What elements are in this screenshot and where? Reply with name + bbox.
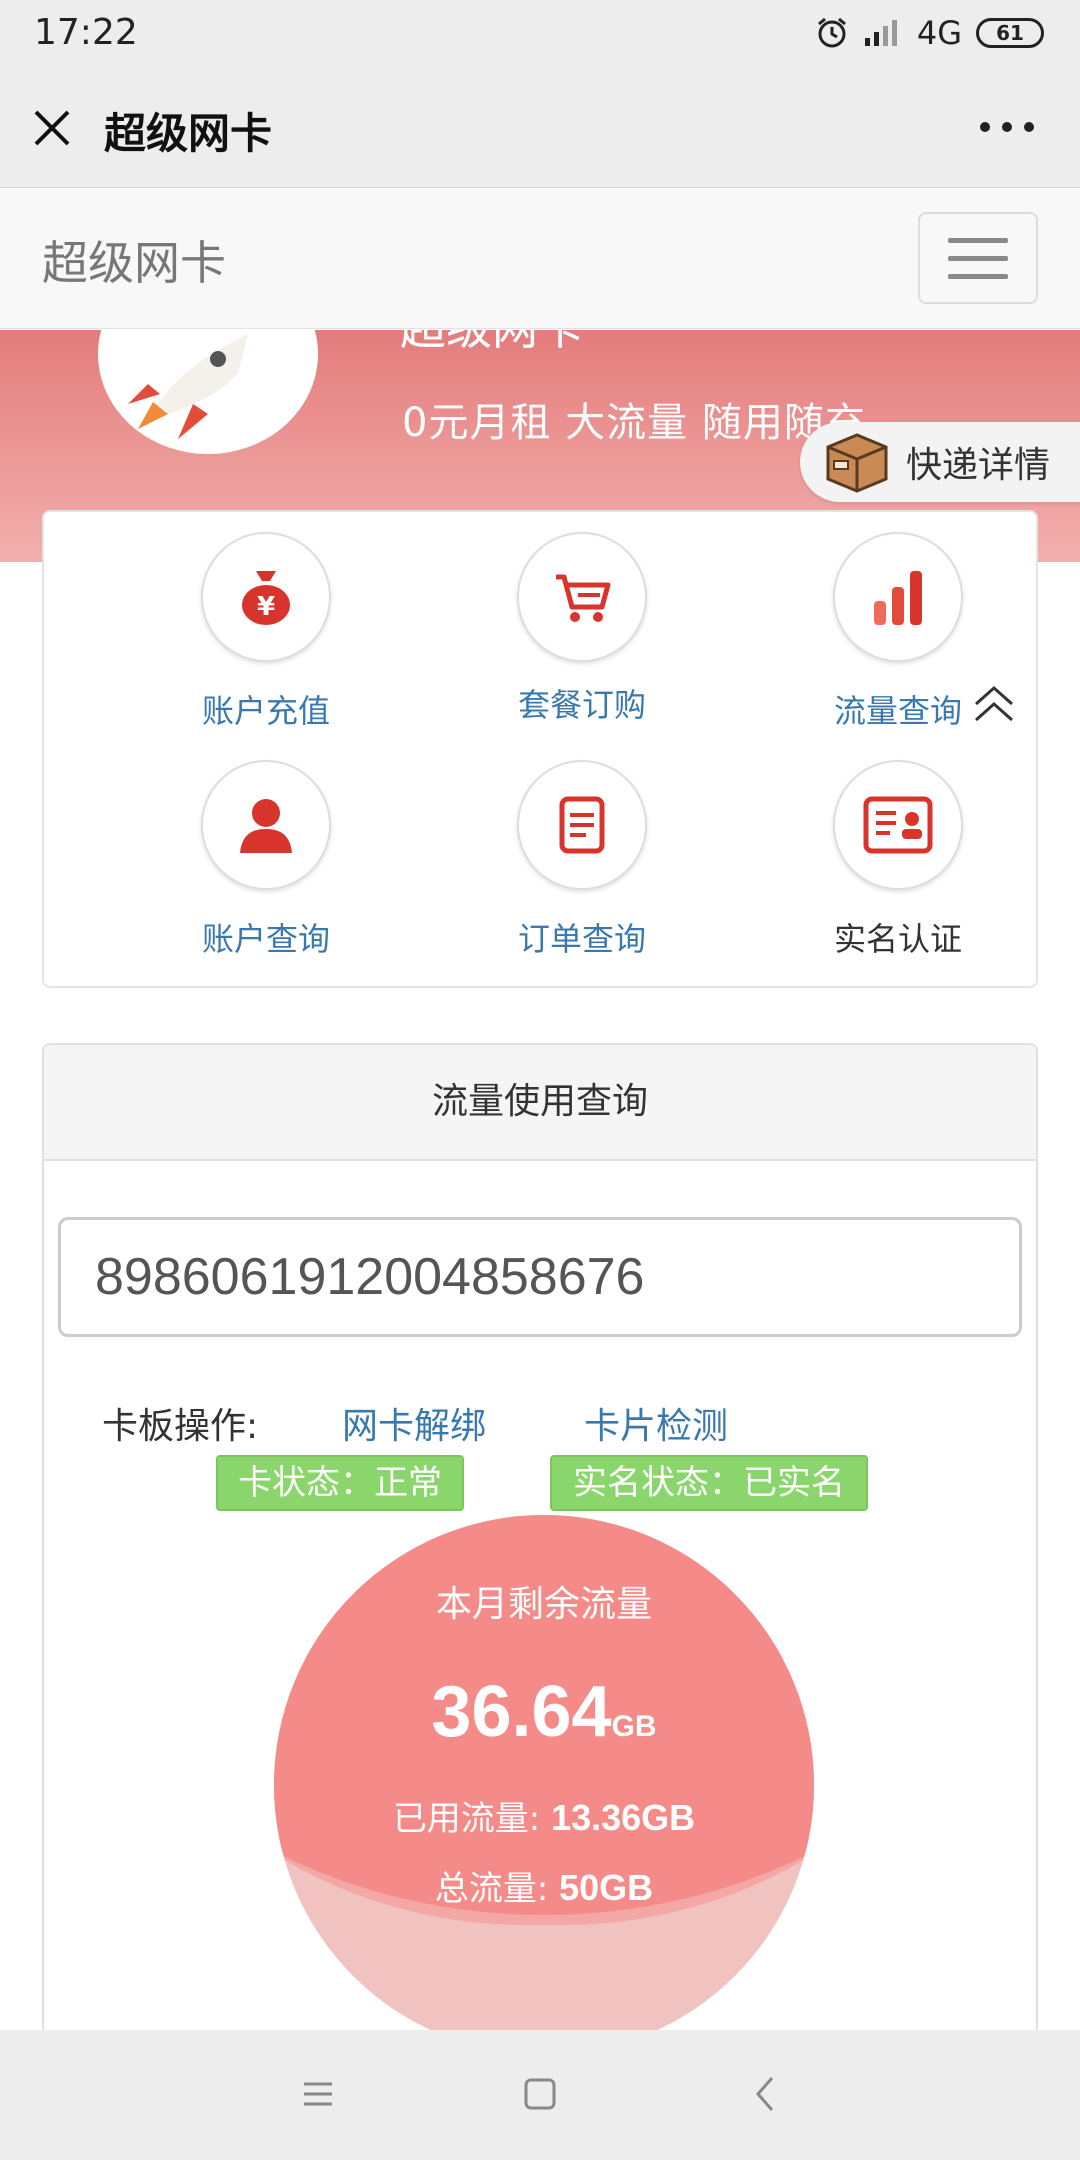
status-icons: 4G 61 [815, 14, 1044, 52]
express-detail-button[interactable]: 快递详情 [800, 422, 1080, 502]
query-title: 流量使用查询 [44, 1045, 1036, 1161]
network-type: 4G [916, 14, 962, 52]
card-number-input[interactable] [58, 1217, 1022, 1337]
alarm-icon [817, 17, 846, 48]
shortcut-package[interactable]: 套餐订购 [472, 532, 692, 726]
usage-ball: 本月剩余流量 36.64GB 已用流量: 13.36GB 总流量: 50GB [274, 1515, 814, 2055]
id-card-icon [863, 796, 933, 854]
shortcut-label: 套餐订购 [517, 686, 646, 724]
system-nav-bar [0, 2030, 1080, 2160]
total-label: 总流量: [434, 1869, 560, 1909]
home-icon[interactable] [518, 2072, 562, 2116]
realname-status-badge: 实名状态：已实名 [550, 1455, 868, 1511]
chevron-up-icon[interactable] [972, 682, 1016, 726]
unbind-card-link[interactable]: 网卡解绑 [342, 1397, 486, 1449]
shortcut-account[interactable]: 账户查询 [156, 760, 376, 960]
hero-title: 超级网卡 [400, 330, 584, 358]
remain-number: 36.64 [431, 1672, 612, 1752]
signal-icon [864, 20, 897, 46]
document-icon [559, 796, 605, 854]
page-title: 超级网卡 [104, 109, 273, 158]
ops-label: 卡板操作: [102, 1406, 259, 1447]
shortcut-label: 账户充值 [201, 692, 330, 730]
rocket-logo [98, 330, 318, 454]
traffic-query-panel: 流量使用查询 卡板操作: 网卡解绑 卡片检测 卡状态：正常 实名状态：已实名 本… [42, 1043, 1038, 2160]
site-navbar: 超级网卡 [0, 189, 1080, 329]
menu-icon[interactable] [296, 2072, 340, 2116]
back-icon[interactable] [744, 2072, 788, 2116]
used-label: 已用流量: [392, 1799, 552, 1839]
remain-label: 本月剩余流量 [435, 1584, 652, 1625]
shortcut-recharge[interactable]: ¥ 账户充值 [156, 532, 376, 732]
remain-unit: GB [611, 1710, 657, 1743]
total-value: 50GB [559, 1867, 654, 1908]
shortcut-realname[interactable]: 实名认证 [788, 760, 1008, 960]
svg-text:¥: ¥ [257, 592, 275, 622]
wechat-titlebar: 超级网卡 [0, 66, 1080, 188]
package-box-icon [826, 433, 888, 493]
status-bar: 17:22 4G 61 [0, 0, 1080, 66]
rocket-icon [128, 334, 248, 439]
hero-slogan: 0元月租 大流量 随用随充 [402, 400, 866, 446]
express-label: 快递详情 [906, 445, 1051, 486]
brand-link[interactable]: 超级网卡 [42, 227, 226, 293]
shortcut-order[interactable]: 订单查询 [472, 760, 692, 960]
card-check-link[interactable]: 卡片检测 [584, 1397, 728, 1449]
status-time: 17:22 [34, 12, 138, 53]
more-icon[interactable] [980, 122, 1034, 132]
shortcut-label: 账户查询 [201, 920, 330, 958]
money-bag-icon: ¥ [242, 571, 290, 625]
card-status-badge: 卡状态：正常 [216, 1455, 464, 1511]
shortcut-panel: ¥ 账户充值 套餐订购 流量查询 账户查询 订单查询 实名认证 [42, 510, 1038, 988]
user-icon [240, 799, 292, 853]
used-value: 13.36GB [551, 1797, 696, 1838]
close-icon[interactable] [30, 106, 74, 150]
shortcut-label: 实名认证 [833, 920, 962, 958]
used-traffic: 已用流量: 13.36GB [274, 1791, 814, 1840]
cart-icon [556, 574, 611, 622]
total-traffic: 总流量: 50GB [274, 1861, 814, 1910]
menu-toggle-button[interactable] [918, 212, 1038, 304]
remain-value: 36.64GB [274, 1671, 814, 1753]
battery-icon: 61 [976, 18, 1044, 48]
bar-chart-icon [874, 571, 922, 625]
shortcut-label: 订单查询 [517, 920, 646, 958]
